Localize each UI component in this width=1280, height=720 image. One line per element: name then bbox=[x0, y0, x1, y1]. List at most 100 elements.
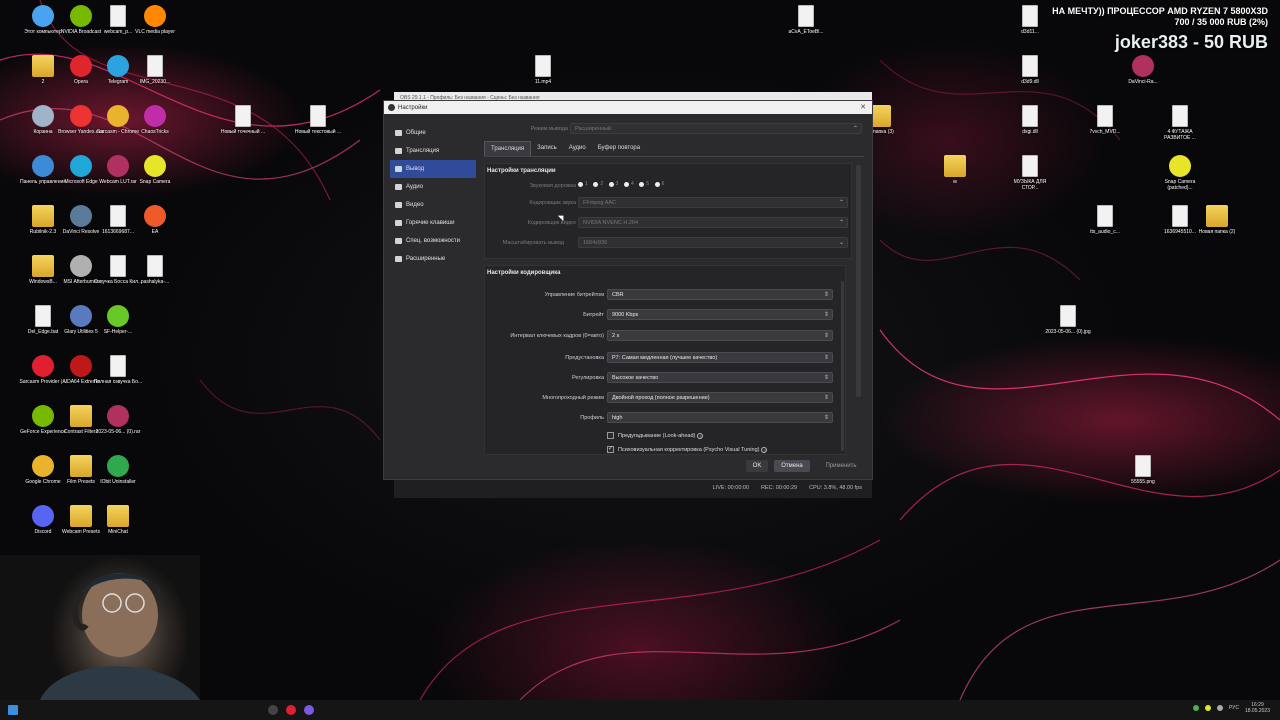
desktop-icon[interactable]: pashalyka-... bbox=[130, 255, 180, 285]
bitrate-spinbox[interactable]: 9000 Kbps ⇕ bbox=[607, 309, 833, 320]
output-tabs: Трансляция Запись Аудио Буфер повтора bbox=[484, 141, 646, 156]
desktop-icon[interactable]: МУЗЫКА ДЛЯ СТОР... bbox=[1005, 155, 1055, 191]
nav-item-video[interactable]: Видео bbox=[390, 196, 476, 214]
desktop-icon[interactable]: aCvA_EToeBl... bbox=[781, 5, 831, 35]
desktop-icon[interactable]: 2023-05-06... (0).jpg bbox=[1043, 305, 1093, 335]
search-icon[interactable] bbox=[268, 705, 278, 715]
track-6-radio[interactable]: 6 bbox=[654, 181, 664, 187]
clock[interactable]: 16:29 18.05.2023 bbox=[1245, 702, 1270, 714]
desktop-icon[interactable]: d3d9.dll bbox=[1005, 55, 1055, 85]
nav-item-general[interactable]: Общие bbox=[390, 124, 476, 142]
psycho-visual-checkbox[interactable]: ✓ Психовизуальная корректировка (Psycho … bbox=[607, 446, 768, 453]
desktop-icon[interactable]: VLC media player bbox=[130, 5, 180, 35]
audio-encoder-select[interactable]: FFmpeg AAC ⌃ bbox=[578, 197, 848, 208]
obs-status-bar: LIVE: 00:00:00 REC: 00:00:29 CPU: 3.8%, … bbox=[394, 478, 872, 498]
nav-item-accessibility[interactable]: Спец. возможности bbox=[390, 232, 476, 250]
nav-item-hotkeys[interactable]: Горячие клавиши bbox=[390, 214, 476, 232]
desktop-icon[interactable]: dxgi.dll bbox=[1005, 105, 1055, 135]
desktop-icon-label: МУЗЫКА ДЛЯ СТОР... bbox=[1013, 179, 1047, 191]
preset-select[interactable]: P7: Самая медленная (лучшее качество) ⇕ bbox=[607, 352, 833, 363]
settings-titlebar[interactable]: Настройки ✕ bbox=[384, 101, 872, 114]
rescale-value: 1664x936 bbox=[583, 240, 608, 246]
field-value: Двойной проход (полное разрешение) bbox=[612, 395, 710, 401]
desktop-icon[interactable]: SF-Helper-... bbox=[93, 305, 143, 335]
desktop-icon[interactable]: EA bbox=[130, 205, 180, 235]
desktop-icon[interactable]: 11.mp4 bbox=[518, 55, 568, 85]
nav-label: Видео bbox=[406, 202, 424, 208]
desktop-icon[interactable]: 4 ФУТАЖА РАЗВИТОЕ ... bbox=[1155, 105, 1205, 141]
lookahead-checkbox[interactable]: Предугадывание (Look-ahead)? bbox=[607, 432, 704, 439]
app-icon bbox=[70, 255, 92, 277]
audio-encoder-value: FFmpeg AAC bbox=[583, 200, 617, 206]
rescale-select[interactable]: 1664x936 ⌄ bbox=[578, 237, 848, 248]
file-icon bbox=[1022, 55, 1038, 77]
tray-app-icon[interactable] bbox=[1192, 705, 1199, 711]
output-mode-select[interactable]: Расширенный ⌃ bbox=[570, 123, 862, 134]
ok-button[interactable]: OK bbox=[746, 460, 768, 472]
desktop-icon[interactable]: Полная озвучка Бо... bbox=[93, 355, 143, 385]
desktop-icon[interactable]: IObit Uninstaller bbox=[93, 455, 143, 485]
desktop-icon[interactable]: Новая папка (2) bbox=[1192, 205, 1242, 235]
app-icon bbox=[70, 155, 92, 177]
cancel-button[interactable]: Отмена bbox=[774, 460, 810, 472]
desktop-icon[interactable]: tts_audio_c... bbox=[1080, 205, 1130, 235]
live-status: LIVE: 00:00:00 bbox=[712, 485, 750, 491]
language-indicator[interactable]: РУС bbox=[1229, 705, 1239, 711]
tray-app-icon[interactable] bbox=[1204, 705, 1211, 711]
desktop-icon[interactable]: DaVinci-Ra... bbox=[1118, 55, 1168, 85]
nav-label: Расширенные bbox=[406, 256, 446, 262]
desktop-icon-label: d3d9.dll bbox=[1021, 79, 1039, 85]
nav-item-output[interactable]: Вывод bbox=[390, 160, 476, 178]
app-icon bbox=[144, 205, 166, 227]
settings-scrollbar[interactable] bbox=[856, 165, 861, 397]
folder-icon bbox=[70, 405, 92, 427]
desktop-icon[interactable]: IMG_20230... bbox=[130, 55, 180, 85]
track-4-radio[interactable]: 4 bbox=[623, 181, 634, 187]
encoder-scrollbar[interactable] bbox=[841, 281, 844, 451]
desktop-icon[interactable]: 55555.png bbox=[1118, 455, 1168, 485]
keyframe-interval-spinbox[interactable]: 2 s ⇕ bbox=[607, 330, 833, 341]
desktop-icon[interactable]: 2023-05-06... (0).rar bbox=[93, 405, 143, 435]
desktop-icon[interactable]: Новый текстовый ... bbox=[293, 105, 343, 135]
field-label: Регулировка bbox=[571, 375, 604, 381]
tab-audio[interactable]: Аудио bbox=[563, 141, 592, 156]
start-icon[interactable] bbox=[8, 705, 18, 715]
tab-stream[interactable]: Трансляция bbox=[484, 141, 532, 156]
desktop-icon[interactable]: ChaosTricks bbox=[130, 105, 180, 135]
app-icon bbox=[32, 405, 54, 427]
tuning-select[interactable]: Высокое качество ⇕ bbox=[607, 372, 833, 383]
audio-track-label: Звуковая дорожка bbox=[529, 183, 576, 189]
track-3-radio[interactable]: 3 bbox=[608, 181, 618, 187]
close-icon[interactable]: ✕ bbox=[860, 103, 866, 111]
video-encoder-select[interactable]: NVIDIA NVENC H.264 ⌃ bbox=[578, 217, 848, 228]
apply-button[interactable]: Применить bbox=[816, 460, 866, 472]
opera-icon[interactable] bbox=[286, 705, 296, 715]
help-icon[interactable]: ? bbox=[697, 432, 704, 439]
tab-replay-buffer[interactable]: Буфер повтора bbox=[592, 141, 646, 156]
track-1-radio[interactable]: 1 bbox=[578, 181, 588, 187]
folder-icon bbox=[70, 505, 92, 527]
desktop-icon[interactable]: Snap Camera (patched)... bbox=[1155, 155, 1205, 191]
nav-item-advanced[interactable]: Расширенные bbox=[390, 250, 476, 268]
desktop-icon[interactable]: Snap Camera bbox=[130, 155, 180, 185]
nav-label: Спец. возможности bbox=[406, 238, 460, 244]
nav-item-audio[interactable]: Аудио bbox=[390, 178, 476, 196]
track-2-radio[interactable]: 2 bbox=[593, 181, 603, 187]
nav-label: Горячие клавиши bbox=[406, 220, 455, 226]
desktop-icon[interactable]: м bbox=[930, 155, 980, 185]
desktop-icon[interactable]: Новый точечный ... bbox=[218, 105, 268, 135]
speaker-icon[interactable] bbox=[1216, 705, 1223, 711]
settings-title: Настройки bbox=[398, 104, 428, 111]
help-icon[interactable]: ? bbox=[761, 446, 768, 453]
obs-taskbar-icon[interactable] bbox=[304, 705, 314, 715]
tab-recording[interactable]: Запись bbox=[531, 141, 563, 156]
profile-select[interactable]: high ⇕ bbox=[607, 412, 833, 423]
rate-control-select[interactable]: CBR ⇕ bbox=[607, 289, 833, 300]
track-5-radio[interactable]: 5 bbox=[639, 181, 649, 187]
output-icon bbox=[395, 166, 402, 172]
audio-encoder-label: Кодировщик звука bbox=[529, 200, 576, 206]
desktop-icon[interactable]: 7vvch_MVD... bbox=[1080, 105, 1130, 135]
nav-item-stream[interactable]: Трансляция bbox=[390, 142, 476, 160]
multipass-select[interactable]: Двойной проход (полное разрешение) ⇕ bbox=[607, 392, 833, 403]
desktop-icon[interactable]: MiniChat bbox=[93, 505, 143, 535]
